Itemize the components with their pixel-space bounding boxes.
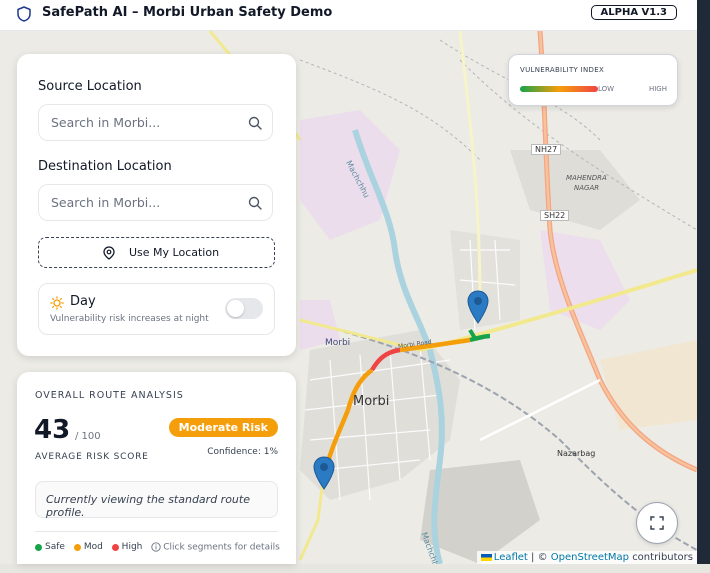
vulnerability-high-label: HIGH (648, 85, 667, 93)
vulnerability-gradient-bar (520, 86, 598, 92)
map-label-morbi: Morbi (353, 394, 390, 409)
risk-score-value: 43 (34, 415, 71, 445)
legend-safe: Safe (45, 542, 65, 552)
window-bottom (0, 564, 710, 573)
attribution-contributors: contributors (632, 552, 693, 563)
map-label-sh22: SH22 (540, 210, 570, 221)
search-icon[interactable] (248, 196, 262, 210)
risk-legend: Safe Mod High Click segments for details (35, 542, 280, 553)
use-my-location-button[interactable]: Use My Location (38, 237, 275, 268)
ukraine-flag-icon (480, 553, 492, 561)
destination-input[interactable] (49, 194, 243, 211)
legend-mod: Mod (83, 542, 103, 552)
source-marker-icon[interactable] (313, 456, 335, 490)
analysis-heading: OVERALL ROUTE ANALYSIS (35, 390, 184, 401)
map-label-morbi-small: Morbi (325, 338, 351, 348)
app-title: SafePath AI – Morbi Urban Safety Demo (42, 5, 333, 20)
version-badge: ALPHA V1.3 (590, 5, 677, 20)
shield-icon (17, 6, 31, 22)
mod-dot-icon (73, 543, 81, 551)
time-mode-hint: Vulnerability risk increases at night (50, 314, 209, 324)
attribution-separator: | © (531, 552, 548, 563)
source-input[interactable] (49, 114, 243, 131)
leaflet-link[interactable]: Leaflet (494, 552, 528, 563)
osm-link[interactable]: OpenStreetMap (551, 552, 629, 563)
search-icon[interactable] (248, 116, 262, 130)
fullscreen-icon (650, 516, 664, 530)
high-dot-icon (111, 543, 119, 551)
vulnerability-low-label: LOW (598, 85, 615, 93)
source-label: Source Location (38, 79, 142, 94)
route-analysis-panel: OVERALL ROUTE ANALYSIS 43 / 100 AVERAGE … (17, 372, 296, 564)
vulnerability-index-title: VULNERABILITY INDEX (520, 66, 605, 74)
vulnerability-index-legend: VULNERABILITY INDEX LOW HIGH (508, 54, 678, 106)
route-profile-note: Currently viewing the standard route pro… (35, 481, 278, 519)
destination-input-wrapper[interactable] (38, 184, 273, 221)
time-mode-label: Day (70, 294, 96, 309)
map-label-nagar: NAGAR (574, 184, 600, 192)
night-mode-toggle[interactable] (225, 298, 263, 319)
destination-marker-icon[interactable] (467, 290, 489, 324)
route-input-panel: Source Location Destination Location Use… (17, 54, 296, 356)
map-attribution: Leaflet | © OpenStreetMap contributors (476, 551, 697, 564)
legend-high: High (121, 542, 143, 552)
safe-dot-icon (35, 543, 42, 551)
map-label-mahendra: MAHENDRA (566, 174, 607, 182)
source-input-wrapper[interactable] (38, 104, 273, 141)
use-my-location-label: Use My Location (129, 246, 220, 259)
info-icon (151, 542, 161, 552)
destination-label: Destination Location (38, 159, 172, 174)
toggle-knob (227, 300, 244, 317)
window-edge (697, 0, 710, 573)
divider (35, 531, 278, 532)
confidence-text: Confidence: 1% (207, 447, 278, 457)
legend-hint: Click segments for details (163, 542, 280, 553)
location-pin-icon (103, 246, 115, 260)
sun-icon (50, 296, 64, 310)
map-label-nazarbag: Nazarbag (557, 449, 596, 458)
risk-level-badge: Moderate Risk (168, 418, 278, 437)
fullscreen-button[interactable] (636, 502, 678, 544)
app-header: SafePath AI – Morbi Urban Safety Demo AL… (0, 0, 697, 31)
map-label-nh27: NH27 (531, 144, 562, 155)
day-night-toggle-card: Day Vulnerability risk increases at nigh… (38, 283, 275, 335)
route-profile-note-text: Currently viewing the standard route pro… (46, 493, 250, 519)
risk-score-max: / 100 (75, 431, 101, 442)
risk-score-label: AVERAGE RISK SCORE (35, 452, 149, 462)
